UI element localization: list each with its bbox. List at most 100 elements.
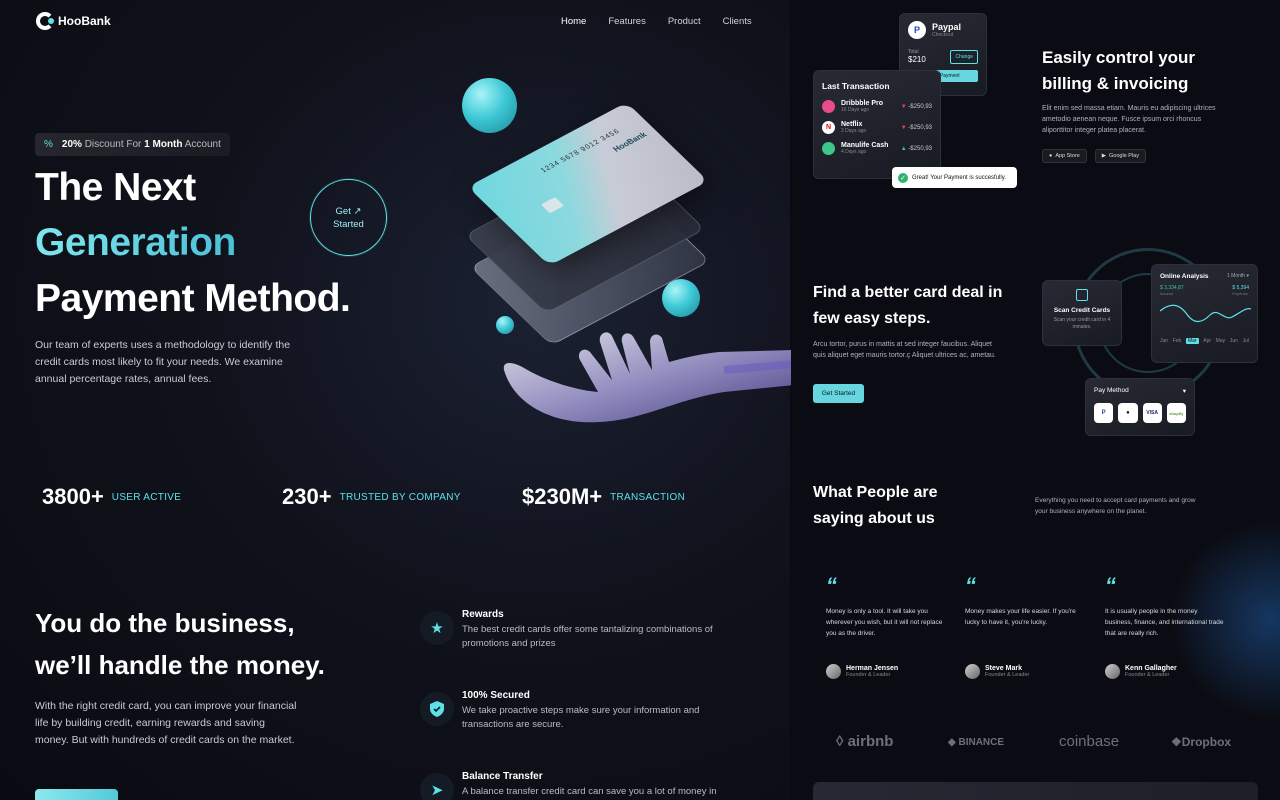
scan-subtitle: Scan your credit card in 4 minutes. xyxy=(1053,317,1111,330)
top-nav: Home Features Product Clients xyxy=(561,16,752,27)
paypal-icon: P xyxy=(908,21,926,39)
testimonial-role: Founder & Leader xyxy=(1125,672,1170,678)
stat-value: 230+ xyxy=(282,484,332,509)
store-badges: ● App Store ▶ Google Play xyxy=(1042,149,1146,163)
toast-text: Great! Your Payment is succesfully. xyxy=(912,174,1006,181)
testimonial-role: Founder & Leader xyxy=(846,672,891,678)
business-heading-line-1: You do the business, xyxy=(35,608,295,638)
arrow-up-right-icon: ↗ xyxy=(353,205,362,217)
total-value: $210 xyxy=(908,55,926,64)
partner-airbnb[interactable]: ◊ airbnb xyxy=(836,733,893,750)
nav-features[interactable]: Features xyxy=(608,16,646,27)
feature-secured: 100% Secured We take proactive steps mak… xyxy=(420,690,737,732)
stat-companies: 230+ TRUSTED BY COMPANY xyxy=(282,484,461,510)
nav-home[interactable]: Home xyxy=(561,16,586,27)
last-transaction-card: Last Transaction Dribbble Pro 16 Days ago… xyxy=(813,70,941,179)
stat-transactions: $230M+ TRANSACTION xyxy=(522,484,685,510)
get-started-label-2: Started xyxy=(333,218,364,230)
testimonial-role: Founder & Leader xyxy=(985,672,1030,678)
scan-title: Scan Credit Cards xyxy=(1053,307,1111,314)
discount-icon: % xyxy=(44,139,53,150)
partner-coinbase[interactable]: coinbase xyxy=(1059,733,1119,750)
transaction-row[interactable]: Manulife Cash 4 Days ago ▲ -$250,93 xyxy=(822,142,932,155)
shield-icon xyxy=(420,692,454,726)
scan-icon xyxy=(1076,289,1088,301)
feature-description: A balance transfer credit card can save … xyxy=(462,786,717,797)
next-section-preview xyxy=(813,782,1258,800)
avatar xyxy=(826,664,841,679)
quote-icon: “ xyxy=(826,573,837,598)
apple-pay-icon[interactable]: ● xyxy=(1118,403,1138,423)
card-deal-heading: Find a better card deal in few easy step… xyxy=(813,284,1003,327)
feature-title: 100% Secured xyxy=(462,690,530,701)
testimonial-name: Herman Jensen xyxy=(846,665,899,672)
hero-heading-line-1: The Next xyxy=(35,166,196,209)
partner-dropbox[interactable]: ❖Dropbox xyxy=(1171,735,1231,749)
business-get-started-button[interactable] xyxy=(35,789,118,800)
testimonial-card: “ It is usually people in the money busi… xyxy=(1105,573,1225,679)
google-play-button[interactable]: ▶ Google Play xyxy=(1094,149,1146,163)
star-icon: ★ xyxy=(420,611,454,645)
billing-heading: Easily control your billing & invoicing xyxy=(1042,48,1196,93)
analysis-period-select[interactable]: 1 Month ▾ xyxy=(1227,273,1249,280)
chevron-down-icon[interactable]: ▾ xyxy=(1183,387,1186,395)
hoobank-logo-icon xyxy=(36,12,54,30)
testimonials-side-text: Everything you need to accept card payme… xyxy=(1035,497,1196,515)
feature-description: The best credit cards offer some tantali… xyxy=(462,624,713,649)
card-deal-get-started-button[interactable]: Get Started xyxy=(813,384,864,403)
chevron-down-icon: ▾ xyxy=(1246,273,1249,279)
stat-label: TRANSACTION xyxy=(610,491,686,503)
pay-method-widget: Pay Method ▾ P ● VISA shopify xyxy=(1085,378,1195,436)
last-transaction-title: Last Transaction xyxy=(822,81,890,91)
change-button[interactable]: Change xyxy=(950,50,978,64)
testimonial-text: Money is only a tool. It will take you w… xyxy=(826,608,943,637)
shopify-icon[interactable]: shopify xyxy=(1166,403,1186,423)
discount-badge: % 20% Discount For 1 Month Account xyxy=(35,133,230,156)
paypal-subtitle: Checkout xyxy=(932,32,954,38)
landing-page: HooBank Home Features Product Clients % … xyxy=(0,0,1280,800)
feature-balance-transfer: ➤ Balance Transfer A balance transfer cr… xyxy=(420,771,737,800)
apple-icon: ● xyxy=(1049,153,1053,159)
testimonial-card: “ Money makes your life easier. If you'r… xyxy=(965,575,1085,679)
testimonial-text: Money makes your life easier. If you're … xyxy=(965,608,1076,626)
netflix-icon: N xyxy=(822,121,835,134)
floating-cards-illustration: 1234 5678 9012 3456 HooBank xyxy=(464,100,711,346)
get-started-circle-button[interactable]: Get ↗ Started xyxy=(310,179,387,256)
send-icon: ➤ xyxy=(420,773,454,800)
testimonial-card: “ Money is only a tool. It will take you… xyxy=(826,573,946,679)
business-heading-line-2: we’ll handle the money. xyxy=(35,650,325,680)
stat-label: USER ACTIVE xyxy=(111,491,182,503)
dropbox-icon: ❖ xyxy=(1171,735,1182,749)
play-icon: ▶ xyxy=(1101,153,1107,159)
main-landing-panel: HooBank Home Features Product Clients % … xyxy=(0,0,794,800)
scan-card-widget: Scan Credit Cards Scan your credit card … xyxy=(1042,280,1122,346)
testimonials-heading: What People are saying about us xyxy=(813,484,938,527)
nav-clients[interactable]: Clients xyxy=(723,16,752,27)
business-paragraph: With the right credit card, you can impr… xyxy=(35,700,297,746)
quote-icon: “ xyxy=(1105,573,1116,598)
dribbble-icon xyxy=(822,100,835,113)
app-store-button[interactable]: ● App Store xyxy=(1042,149,1087,163)
transaction-row[interactable]: Dribbble Pro 16 Days ago ▼ -$250,93 xyxy=(822,100,932,113)
analysis-line-graph xyxy=(1159,304,1252,323)
analysis-month-axis: Jan Feb Mar Apr May Jun Jul xyxy=(1160,338,1249,344)
avatar xyxy=(1105,664,1120,679)
analysis-title: Online Analysis xyxy=(1160,273,1209,280)
card-chip-icon xyxy=(540,197,565,214)
nav-product[interactable]: Product xyxy=(668,16,701,27)
brand-name: HooBank xyxy=(58,14,111,28)
paypal-title: Paypal xyxy=(932,22,962,32)
testimonial-name: Steve Mark xyxy=(985,665,1022,672)
paypal-icon[interactable]: P xyxy=(1094,403,1114,423)
binance-icon: ◆ xyxy=(948,737,956,748)
billing-paragraph: Elit enim sed massa etiam. Mauris eu adi… xyxy=(1042,105,1216,134)
transaction-row[interactable]: N Netflix 2 Days ago ▼ -$250,93 xyxy=(822,121,932,134)
hero-heading-line-3: Payment Method. xyxy=(35,277,351,320)
stat-users: 3800+ USER ACTIVE xyxy=(42,484,181,510)
robot-hand-illustration xyxy=(503,332,794,423)
visa-icon[interactable]: VISA xyxy=(1142,403,1162,423)
partner-binance[interactable]: ◆ BINANCE xyxy=(948,737,1004,748)
avatar xyxy=(965,664,980,679)
feature-rewards: ★ Rewards The best credit cards offer so… xyxy=(420,609,737,651)
brand-logo[interactable]: HooBank xyxy=(36,12,111,30)
